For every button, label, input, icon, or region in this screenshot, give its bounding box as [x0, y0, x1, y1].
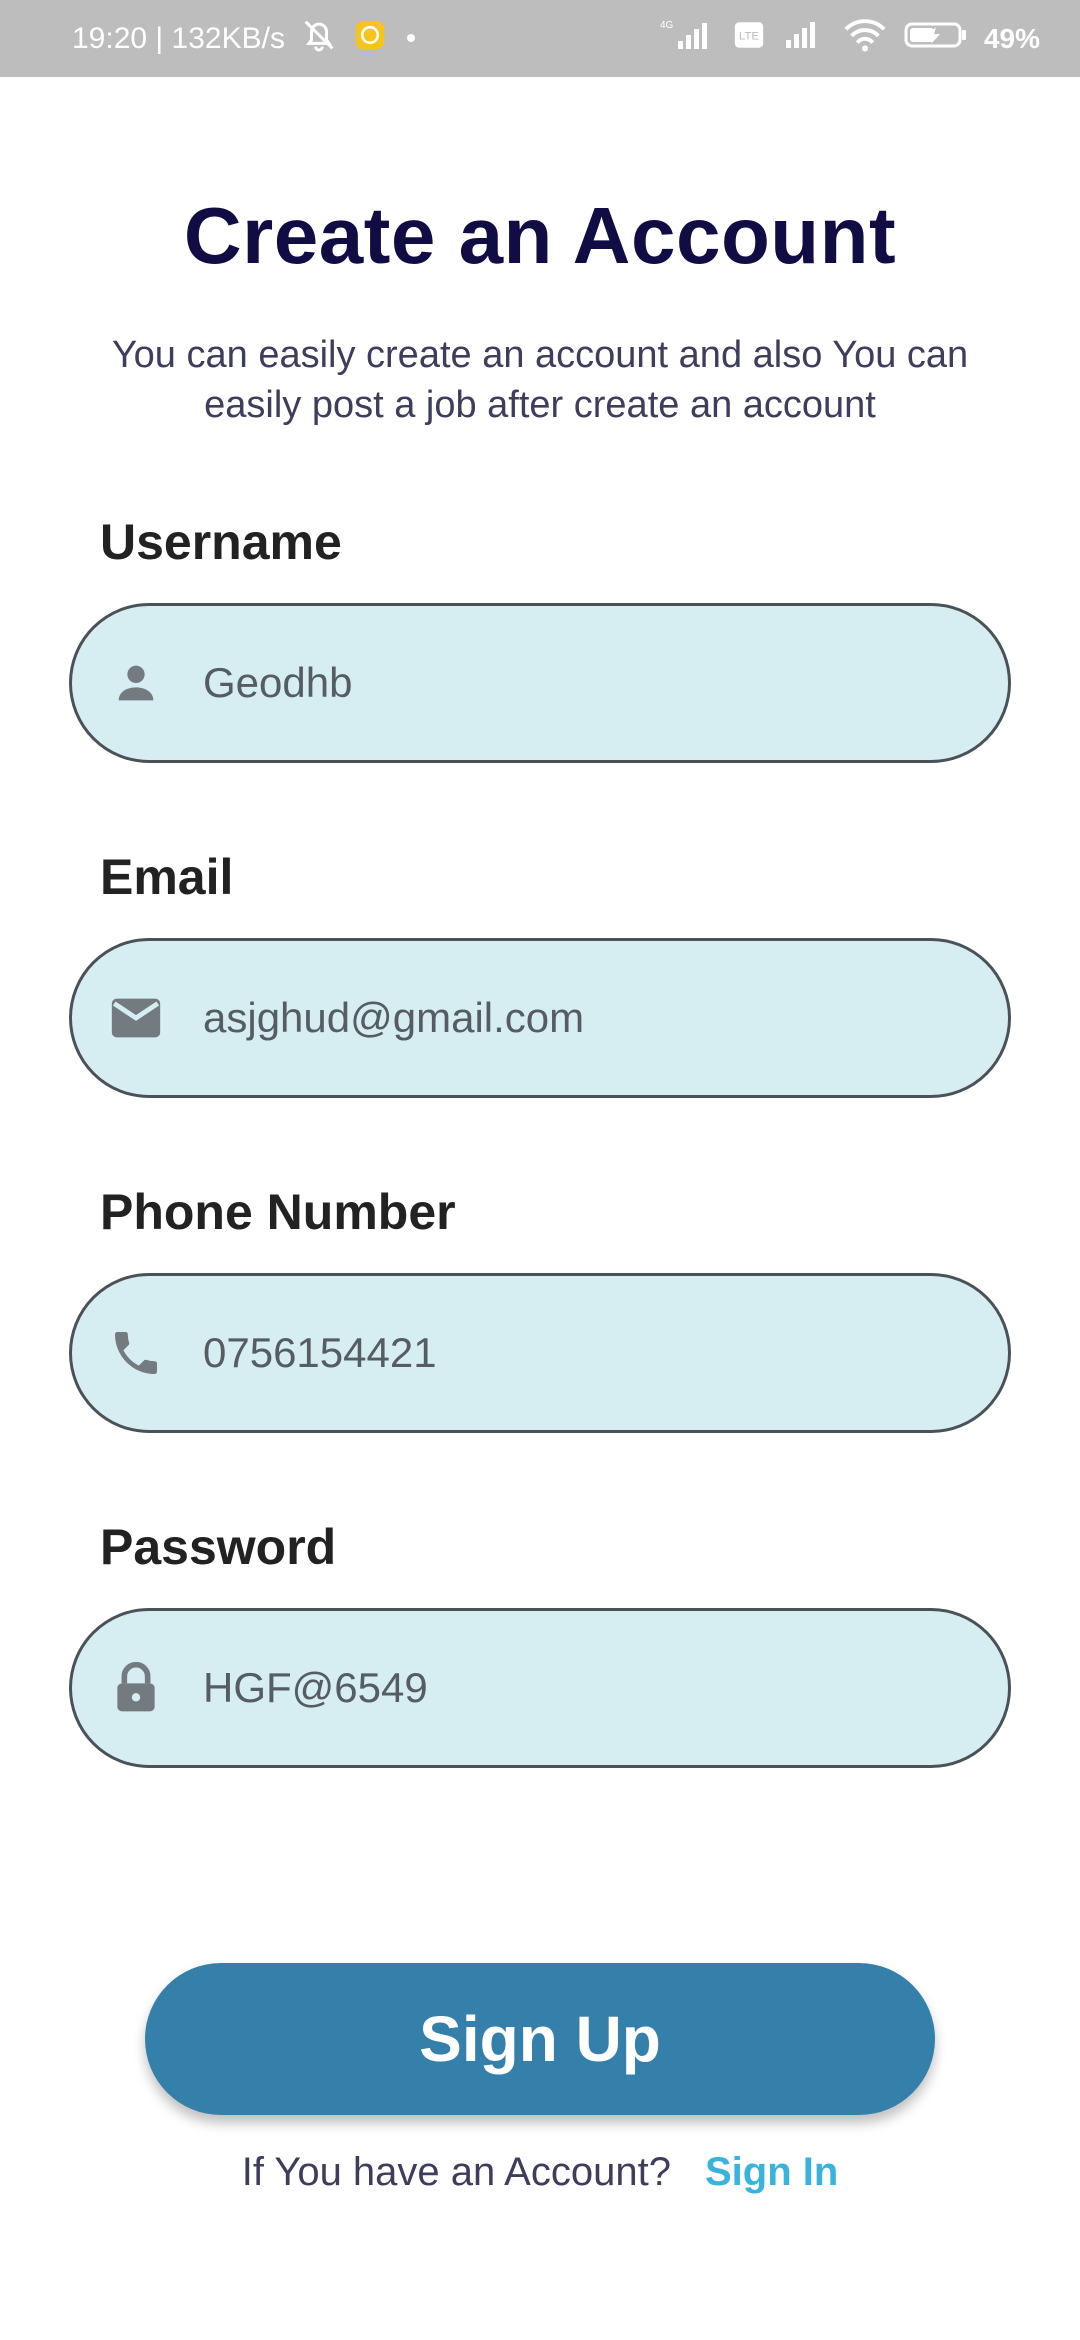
- password-label: Password: [100, 1519, 337, 1575]
- page-title: Create an Account: [183, 191, 897, 280]
- status-time-speed: 19:20 | 132KB/s: [72, 21, 285, 55]
- status-bar-left: 19:20 | 132KB/s: [72, 15, 421, 63]
- lock-icon: [106, 1658, 166, 1718]
- battery-percent-unit: %: [1015, 22, 1040, 54]
- phone-input[interactable]: [203, 1276, 968, 1430]
- sign-in-link[interactable]: Sign In: [705, 2150, 838, 2195]
- username-field[interactable]: [69, 603, 1011, 763]
- person-icon: [106, 653, 166, 713]
- svg-text:LTE: LTE: [739, 30, 759, 42]
- sign-in-prompt: If You have an Account? Sign In: [0, 2150, 1080, 2195]
- page-subtitle: You can easily create an account and als…: [111, 334, 969, 426]
- phone-field[interactable]: [69, 1273, 1011, 1433]
- username-label: Username: [100, 514, 342, 570]
- network-label: 4G: [660, 20, 674, 31]
- status-bar: 19:20 | 132KB/s 4G LTE 49%: [0, 0, 1080, 77]
- mail-icon: [106, 988, 166, 1048]
- email-label: Email: [100, 849, 234, 905]
- phone-icon: [106, 1323, 166, 1383]
- bell-off-icon: [299, 15, 339, 63]
- email-input[interactable]: [203, 941, 968, 1095]
- battery-percent: 49%: [984, 23, 1040, 55]
- status-bar-right: 4G LTE 49%: [656, 17, 1040, 61]
- volte-icon: LTE: [732, 18, 766, 60]
- password-input[interactable]: [203, 1611, 968, 1765]
- app-notification-icon: [353, 18, 387, 60]
- account-question: If You have an Account?: [241, 2150, 671, 2194]
- battery-percent-value: 49: [983, 22, 1016, 54]
- username-input[interactable]: [203, 606, 968, 760]
- dot-icon: [401, 22, 421, 56]
- battery-icon: [904, 19, 968, 59]
- email-field[interactable]: [69, 938, 1011, 1098]
- sign-up-button[interactable]: Sign Up: [145, 1963, 935, 2115]
- wifi-icon: [842, 17, 888, 61]
- phone-label: Phone Number: [100, 1184, 456, 1240]
- password-field[interactable]: [69, 1608, 1011, 1768]
- signal-icon: [782, 18, 826, 60]
- signal-4g-icon: 4G: [656, 17, 716, 61]
